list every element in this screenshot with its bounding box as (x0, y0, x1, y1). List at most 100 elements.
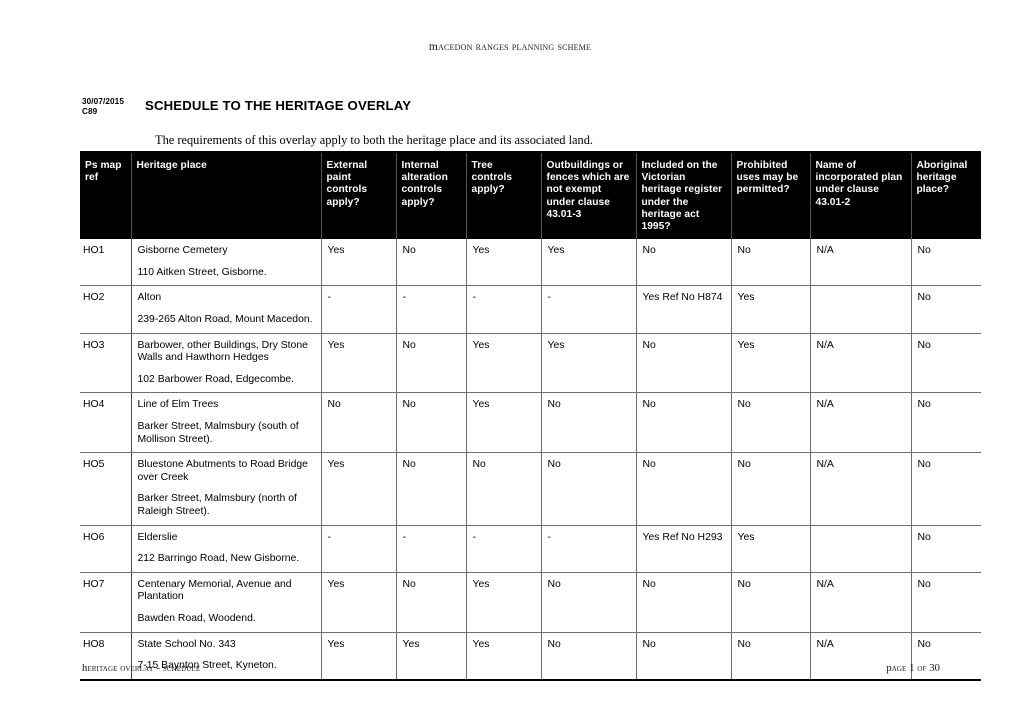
running-header: Macedon Ranges Planning Scheme (428, 41, 592, 53)
cell-heritage-place: Elderslie 212 Barringo Road, New Gisborne… (131, 525, 322, 573)
cell-tree-controls: Yes (466, 333, 542, 394)
cell-victorian-heritage-register: No (636, 392, 732, 454)
column-header-prohibited-uses: Prohibited uses may be permitted? (731, 152, 811, 240)
cell-heritage-place: Gisborne Cemetery 110 Aitken Street, Gisb… (131, 239, 322, 287)
cell-victorian-heritage-register: No (636, 333, 732, 394)
cell-heritage-place: Barbower, other Buildings, Dry Stone Wal… (131, 333, 322, 394)
column-header-internal-alteration-controls: Internal alteration controls apply? (396, 152, 467, 240)
cell-internal-alteration: - (396, 525, 467, 573)
cell-ps-map-ref: HO4 (80, 392, 132, 454)
cell-tree-controls: Yes (466, 572, 542, 633)
column-header-aboriginal-heritage-place: Aboriginal heritage place? (911, 152, 981, 240)
cell-prohibited-uses: No (731, 572, 811, 633)
cell-incorporated-plan (810, 525, 912, 573)
heritage-place-address: Barker Street, Malmsbury (south of Molli… (137, 420, 299, 445)
title-block: 30/07/2015 C89 SCHEDULE TO THE HERITAGE … (82, 97, 942, 125)
cell-external-paint: Yes (321, 333, 397, 394)
cell-external-paint: - (321, 525, 397, 573)
cell-prohibited-uses: Yes (731, 525, 811, 573)
cell-incorporated-plan: N/A (810, 392, 912, 454)
cell-prohibited-uses: No (731, 392, 811, 454)
heritage-place-name: Line of Elm Trees (137, 399, 219, 411)
column-header-incorporated-plan: Name of incorporated plan under clause 4… (810, 152, 912, 240)
heritage-place-name: Barbower, other Buildings, Dry Stone Wal… (137, 339, 308, 364)
cell-incorporated-plan (810, 285, 912, 334)
cell-aboriginal-heritage: No (911, 572, 981, 633)
cell-internal-alteration: No (396, 392, 467, 454)
heritage-place-name: State School No. 343 (137, 638, 236, 650)
amendment-date: 30/07/2015 (82, 97, 124, 106)
table-header-row: Ps map ref Heritage place External paint… (80, 152, 981, 240)
cell-outbuildings-fences: Yes (541, 239, 637, 287)
cell-victorian-heritage-register: No (636, 239, 732, 287)
heritage-place-address: Bawden Road, Woodend. (137, 612, 256, 624)
cell-prohibited-uses: No (731, 452, 811, 526)
cell-heritage-place: Bluestone Abutments to Road Bridge over … (131, 452, 322, 526)
cell-aboriginal-heritage: No (911, 333, 981, 394)
cell-external-paint: Yes (321, 572, 397, 633)
intro-text: The requirements of this overlay apply t… (155, 133, 594, 147)
table-row: HO4 Line of Elm Trees Barker Street, Malms… (80, 392, 981, 454)
cell-external-paint: Yes (321, 452, 397, 526)
cell-tree-controls: Yes (466, 392, 542, 454)
cell-external-paint: Yes (321, 239, 397, 287)
cell-outbuildings-fences: No (541, 452, 637, 526)
table-row: HO6 Elderslie 212 Barringo Road, New Gisbo… (80, 525, 981, 573)
cell-incorporated-plan: N/A (810, 572, 912, 633)
cell-outbuildings-fences: - (541, 285, 637, 334)
cell-external-paint: No (321, 392, 397, 454)
cell-external-paint: - (321, 285, 397, 334)
heritage-place-name: Alton (137, 292, 162, 304)
cell-internal-alteration: No (396, 333, 467, 394)
table-row: HO7 Centenary Memorial, Avenue and Planta… (80, 572, 981, 633)
cell-heritage-place: Alton 239-265 Alton Road, Mount Macedon. (131, 285, 322, 334)
cell-aboriginal-heritage: No (911, 452, 981, 526)
cell-prohibited-uses: Yes (731, 285, 811, 334)
heritage-place-address: Barker Street, Malmsbury (north of Ralei… (137, 493, 297, 517)
cell-prohibited-uses: Yes (731, 333, 811, 394)
cell-incorporated-plan: N/A (810, 452, 912, 526)
page-footer: Heritage Overlay - Schedule Page 1 of 30 (82, 663, 940, 674)
cell-outbuildings-fences: Yes (541, 333, 637, 394)
table-row: HO1 Gisborne Cemetery 110 Aitken Street, G… (80, 239, 981, 287)
heritage-place-address: 212 Barringo Road, New Gisborne. (137, 553, 300, 565)
cell-heritage-place: Line of Elm Trees Barker Street, Malmsbur… (131, 392, 322, 454)
column-header-outbuildings-or-fences: Outbuildings or fences which are not exe… (541, 152, 637, 240)
cell-aboriginal-heritage: No (911, 392, 981, 454)
footer-left-text: Heritage Overlay - Schedule (82, 663, 201, 674)
cell-ps-map-ref: HO3 (80, 333, 132, 394)
cell-aboriginal-heritage: No (911, 525, 981, 573)
heritage-overlay-table-wrapper: Ps map ref Heritage place External paint… (80, 151, 981, 681)
page-title: SCHEDULE TO THE HERITAGE OVERLAY (145, 98, 412, 113)
cell-internal-alteration: No (396, 239, 467, 287)
heritage-place-name: Centenary Memorial, Avenue and Plantatio… (137, 578, 292, 603)
heritage-place-address: 239-265 Alton Road, Mount Macedon. (137, 314, 313, 325)
amendment-ref: C89 (82, 106, 98, 116)
cell-victorian-heritage-register: Yes Ref No H874 (636, 285, 732, 334)
cell-internal-alteration: - (396, 285, 467, 334)
table-body: HO1 Gisborne Cemetery 110 Aitken Street, G… (80, 239, 981, 680)
column-header-tree-controls: Tree controls apply? (466, 152, 542, 240)
footer-page-number: Page 1 of 30 (886, 663, 940, 674)
cell-incorporated-plan: N/A (810, 333, 912, 394)
cell-ps-map-ref: HO2 (80, 285, 132, 334)
cell-ps-map-ref: HO6 (80, 525, 132, 573)
cell-internal-alteration: No (396, 572, 467, 633)
heritage-place-address: 110 Aitken Street, Gisborne. (137, 266, 267, 278)
cell-ps-map-ref: HO5 (80, 452, 132, 526)
heritage-place-name: Bluestone Abutments to Road Bridge over … (137, 459, 308, 483)
cell-outbuildings-fences: No (541, 572, 637, 633)
cell-tree-controls: - (466, 525, 542, 573)
cell-incorporated-plan: N/A (810, 239, 912, 287)
table-row: HO3 Barbower, other Buildings, Dry Stone … (80, 333, 981, 394)
cell-outbuildings-fences: - (541, 525, 637, 573)
cell-heritage-place: Centenary Memorial, Avenue and Plantatio… (131, 572, 322, 633)
heritage-place-address: 102 Barbower Road, Edgecombe. (137, 373, 295, 385)
table-row: HO5 Bluestone Abutments to Road Bridge ov… (80, 452, 981, 526)
table-row: HO2 Alton 239-265 Alton Road, Mount Macedo… (80, 285, 981, 334)
heritage-place-name: Elderslie (137, 531, 178, 543)
heritage-overlay-table: Ps map ref Heritage place External paint… (80, 151, 981, 681)
cell-aboriginal-heritage: No (911, 239, 981, 287)
cell-victorian-heritage-register: No (636, 452, 732, 526)
heritage-place-name: Gisborne Cemetery (137, 245, 228, 257)
